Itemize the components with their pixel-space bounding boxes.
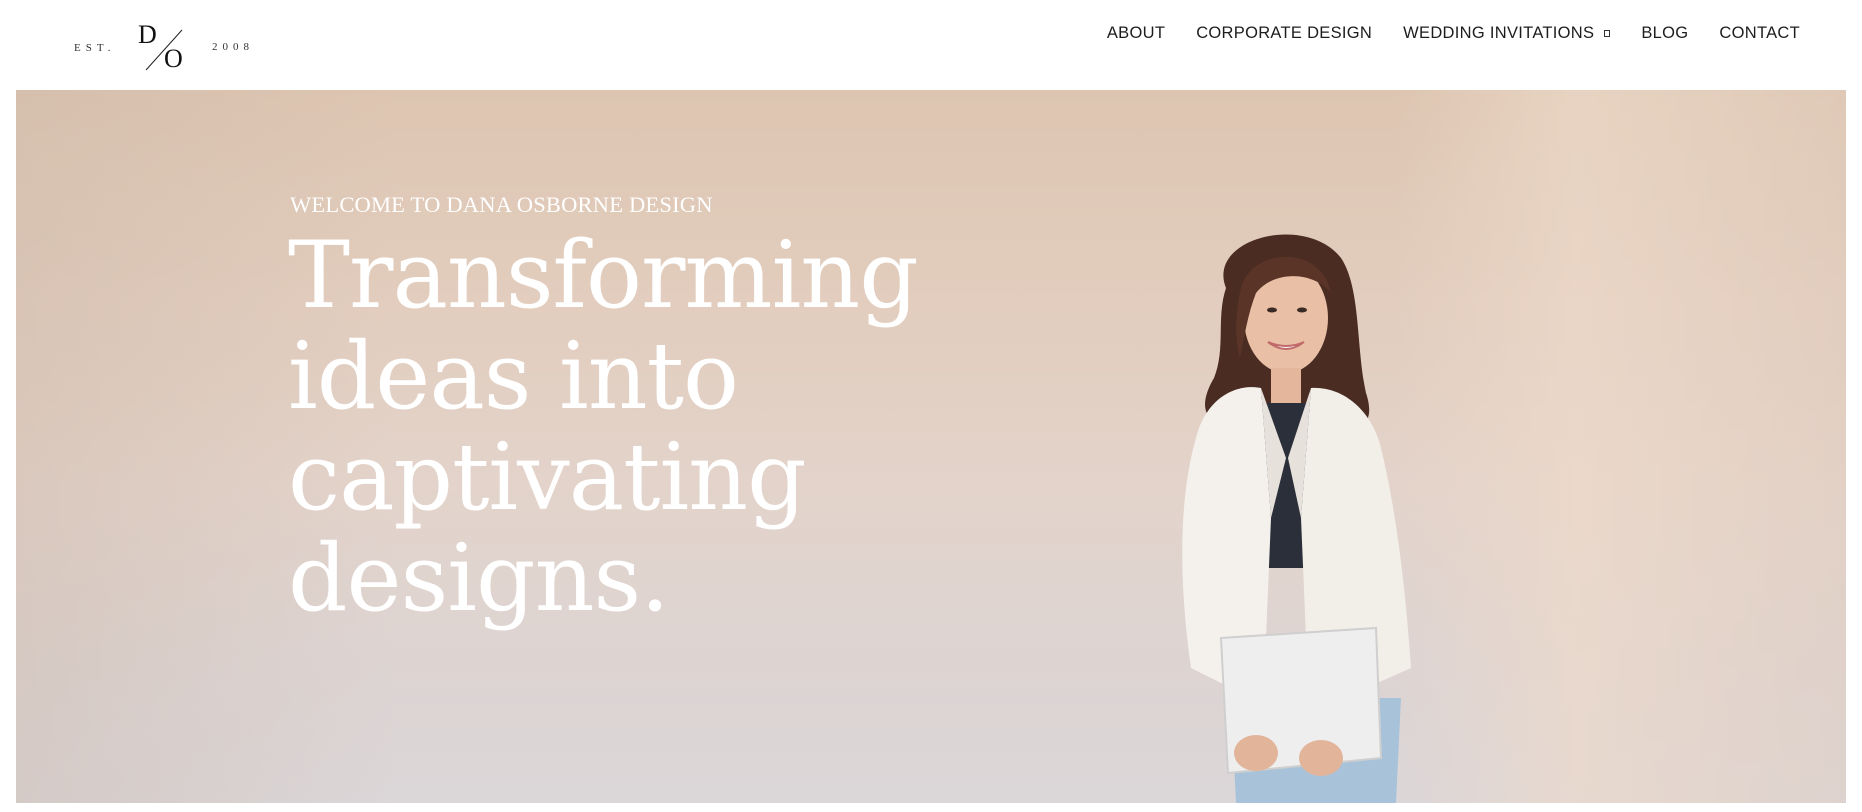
nav-blog[interactable]: BLOG — [1641, 24, 1688, 43]
dropdown-caret-icon[interactable] — [1604, 30, 1611, 37]
hero-headline: Transforming ideas into captivating desi… — [288, 225, 988, 629]
hero-portrait-image — [1182, 234, 1411, 803]
main-nav: ABOUT CORPORATE DESIGN WEDDING INVITATIO… — [1107, 24, 1800, 43]
nav-about-label: ABOUT — [1106, 24, 1166, 42]
site-header: EST. D O 2008 ABOUT CORPORATE DESIGN WED… — [0, 0, 1862, 90]
nav-corporate-design[interactable]: CORPORATE DESIGN — [1196, 24, 1372, 43]
site-logo[interactable]: EST. D O 2008 — [74, 18, 264, 76]
nav-wedding-invitations[interactable]: WEDDING INVITATIONS — [1403, 24, 1611, 43]
nav-about[interactable]: ABOUT — [1107, 24, 1165, 43]
hero-section: WELCOME TO DANA OSBORNE DESIGN Transform… — [16, 90, 1846, 803]
nav-contact[interactable]: CONTACT — [1719, 24, 1800, 43]
hero-eyebrow: WELCOME TO DANA OSBORNE DESIGN — [290, 192, 713, 217]
headline-line: designs. — [288, 524, 670, 632]
logo-monogram: D O — [134, 18, 194, 76]
nav-corporate-design-label: CORPORATE DESIGN — [1196, 24, 1373, 42]
headline-line: captivating — [288, 423, 807, 531]
nav-blog-label: BLOG — [1641, 24, 1689, 42]
logo-year-text: 2008 — [212, 41, 254, 53]
logo-est-text: EST. — [74, 42, 116, 54]
headline-line: ideas into — [288, 322, 739, 430]
headline-line: Transforming — [288, 221, 919, 329]
nav-contact-label: CONTACT — [1719, 24, 1800, 42]
nav-wedding-invitations-label: WEDDING INVITATIONS — [1403, 24, 1595, 42]
logo-letter-o: O — [164, 44, 183, 73]
